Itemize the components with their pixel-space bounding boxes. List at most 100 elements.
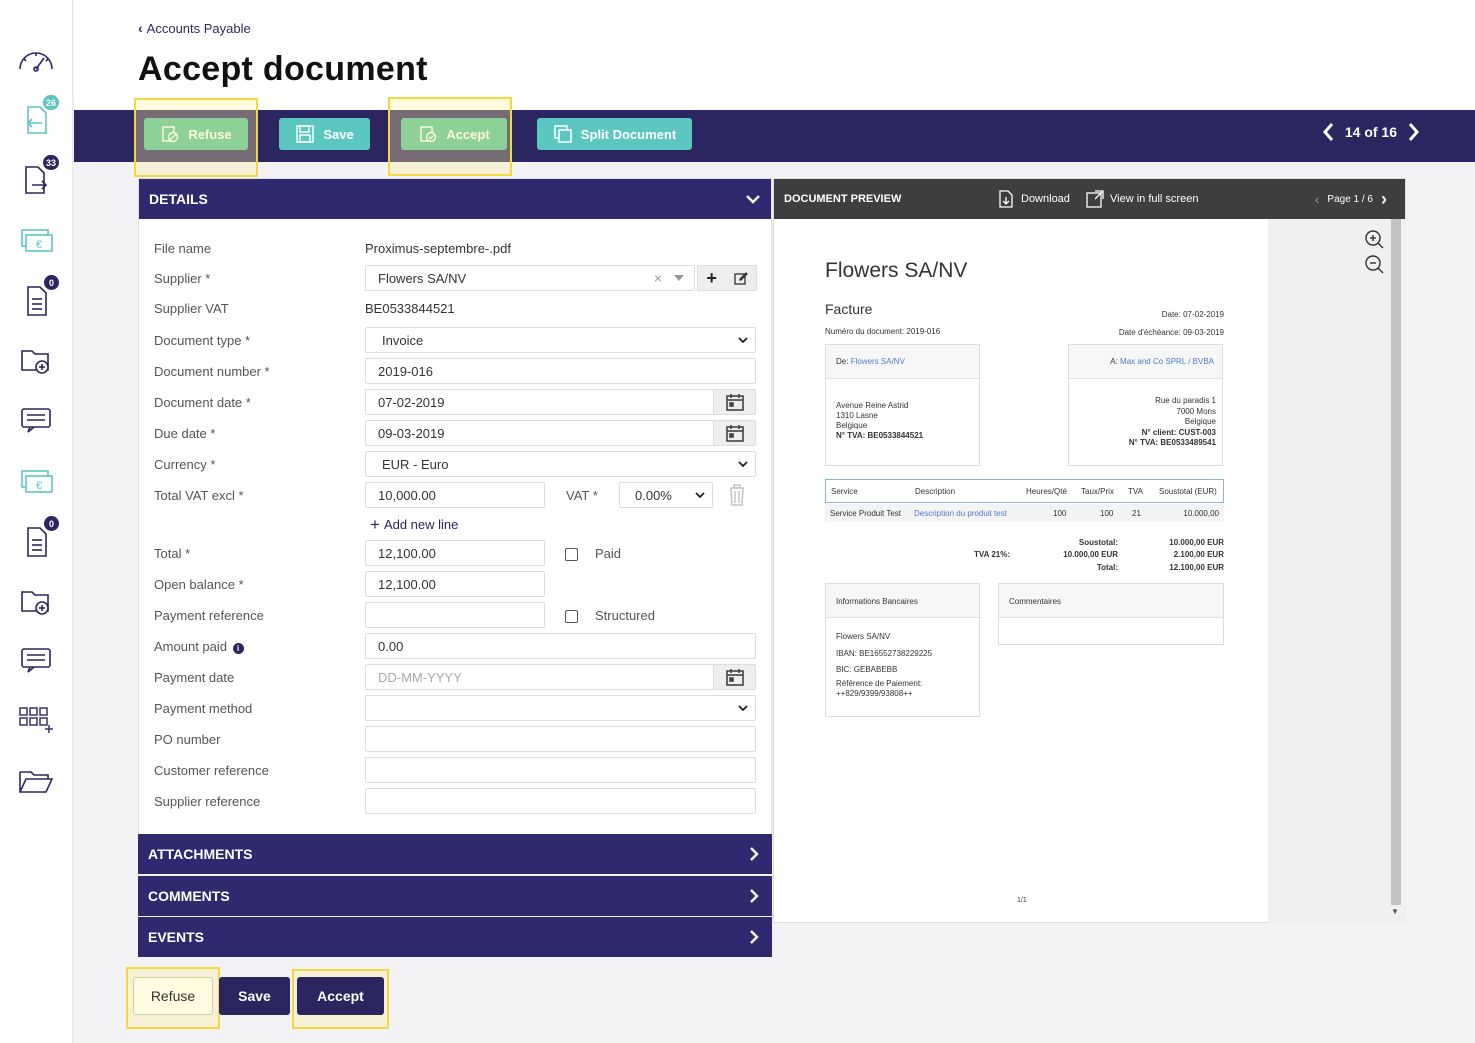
payment-ref-input[interactable] [365,602,545,628]
floppy-disk-icon [296,125,315,143]
comments-accordion[interactable]: COMMENTS [138,876,772,916]
pdf-page: Flowers SA/NV Facture Date: 07-02-2019 N… [774,219,1268,919]
attachments-accordion[interactable]: ATTACHMENTS [138,834,772,874]
pager-prev-icon[interactable] [1321,122,1337,142]
preview-prev-icon[interactable]: ‹ [1315,191,1320,207]
bottom-refuse-button[interactable]: Refuse [133,977,213,1015]
payment-date-input[interactable]: DD-MM-YYYY [365,664,756,690]
euro-bills-icon[interactable]: € [15,223,57,259]
supplier-ref-row: Supplier reference [154,788,756,814]
pager-next-icon[interactable] [1405,122,1421,142]
download-button[interactable]: Download [996,189,1070,209]
download-label: Download [1021,193,1070,205]
toolbar-split-button[interactable]: Split Document [537,118,692,150]
payment-method-select[interactable] [365,695,756,721]
svg-text:€: € [36,239,42,251]
message-2-icon[interactable] [15,642,57,678]
customer-ref-input[interactable] [365,757,756,783]
info-icon[interactable]: i [232,643,244,654]
pdf-table-header: Service Description Heures/Qté Taux/Prix… [825,479,1224,503]
amount-paid-input[interactable]: 0.00 [365,633,756,659]
toolbar-save-button[interactable]: Save [279,118,370,150]
folder-add-icon[interactable] [15,342,57,378]
details-title: DETAILS [149,191,208,207]
invoice-count-badge: 0 [44,275,59,290]
incoming-count-badge: 26 [42,95,59,110]
zoom-in-icon[interactable] [1364,229,1384,249]
doc-number-input[interactable]: 2019-016 [365,358,756,384]
pdf-to-client: N° client: CUST-003 [1141,427,1216,437]
events-accordion[interactable]: EVENTS [138,917,772,957]
doc-type-select[interactable]: Invoice [365,327,756,353]
trash-icon[interactable] [728,484,746,506]
preview-side-area: ▼ [1268,219,1406,923]
pdf-to-address: Rue du paradis 1 7000 Mons Belgique N° c… [1129,396,1216,449]
details-accordion-header[interactable]: DETAILS [139,179,771,219]
invoice-list-2-icon[interactable]: 0 [15,516,59,559]
edit-icon[interactable] [733,271,748,285]
zoom-out-icon[interactable] [1364,254,1384,274]
paid-checkbox[interactable] [565,548,578,561]
attachments-title: ATTACHMENTS [148,846,253,862]
supplier-ref-label: Supplier reference [154,794,261,809]
fullscreen-label: View in full screen [1110,193,1199,205]
payment-date-row: Payment date DD-MM-YYYY [154,664,756,690]
total-input[interactable]: 12,100.00 [365,540,545,566]
pdf-row-desc: Description du produit test [914,509,1007,518]
supplier-value: Flowers SA/NV [378,270,467,286]
svg-text:€: € [36,480,42,492]
structured-checkbox[interactable] [565,610,578,623]
folder-open-icon[interactable] [15,763,57,799]
apps-grid-icon[interactable] [15,702,57,738]
payment-date-placeholder: DD-MM-YYYY [378,669,462,685]
pdf-to-head: A: Max and Co SPRL / BVBA [1069,345,1222,379]
folder-add-2-icon[interactable] [15,583,57,619]
pdf-from-box: De: Flowers SA/NV Avenue Reine Astrid 13… [825,344,980,466]
document-pager: 14 of 16 [1321,122,1421,142]
pdf-comments-title: Commentaires [1009,597,1062,606]
chevron-left-icon: ‹ [138,20,143,36]
open-balance-input[interactable]: 12,100.00 [365,571,545,597]
preview-toolbar: DOCUMENT PREVIEW Download View in full s… [774,179,1405,219]
fullscreen-button[interactable]: View in full screen [1085,189,1198,209]
doc-date-input[interactable]: 07-02-2019 [365,389,756,415]
vat-value: 0.00% [635,487,672,503]
pdf-tva: 2.100,00 EUR [1173,550,1224,559]
copy-pages-icon [554,125,572,143]
add-new-line-button[interactable]: + Add new line [370,516,458,533]
calendar-icon[interactable] [713,390,755,414]
po-number-input[interactable] [365,726,756,752]
vat-select[interactable]: 0.00% [619,482,713,508]
clear-icon[interactable]: × [654,270,662,286]
dashboard-gauge-icon[interactable] [15,42,57,78]
page-header: ‹ Accounts Payable Accept document [74,0,1475,110]
supplier-select[interactable]: Flowers SA/NV × [365,265,695,291]
currency-select[interactable]: EUR - Euro [365,451,756,477]
payment-ref-row: Payment reference Structured [154,602,756,628]
supplier-ref-input[interactable] [365,788,756,814]
scroll-down-icon[interactable]: ▼ [1391,907,1399,916]
invoice-list-icon[interactable]: 0 [15,275,59,318]
due-date-input[interactable]: 09-03-2019 [365,420,756,446]
calendar-icon[interactable] [713,421,755,445]
preview-scrollbar[interactable] [1391,219,1401,905]
pdf-from-vat: N° TVA: BE0533844521 [836,431,924,440]
add-supplier-icon[interactable]: + [706,268,717,289]
preview-next-icon[interactable]: › [1381,189,1387,210]
breadcrumb[interactable]: ‹ Accounts Payable [138,20,251,36]
message-icon[interactable] [15,402,57,438]
bottom-save-button[interactable]: Save [219,977,290,1015]
calendar-icon[interactable] [713,665,755,689]
breadcrumb-link[interactable]: Accounts Payable [147,21,251,36]
bottom-accept-button[interactable]: Accept [297,977,384,1015]
pdf-row-qty: 100 [1053,509,1067,518]
incoming-documents-icon[interactable]: 26 [15,95,59,138]
pdf-to-vat: N° TVA: BE0533489541 [1128,438,1216,447]
file-name-row: File name Proximus-septembre-.pdf [154,235,756,261]
pdf-soustotal: 10.000,00 EUR [1169,538,1224,547]
pdf-row-service: Service Produit Test [830,509,901,518]
outgoing-documents-icon[interactable]: 33 [15,155,59,198]
euro-bills-2-icon[interactable]: € [15,464,57,500]
amount-paid-row: Amount paid i 0.00 [154,633,756,659]
total-vat-excl-input[interactable]: 10,000.00 [365,482,545,508]
